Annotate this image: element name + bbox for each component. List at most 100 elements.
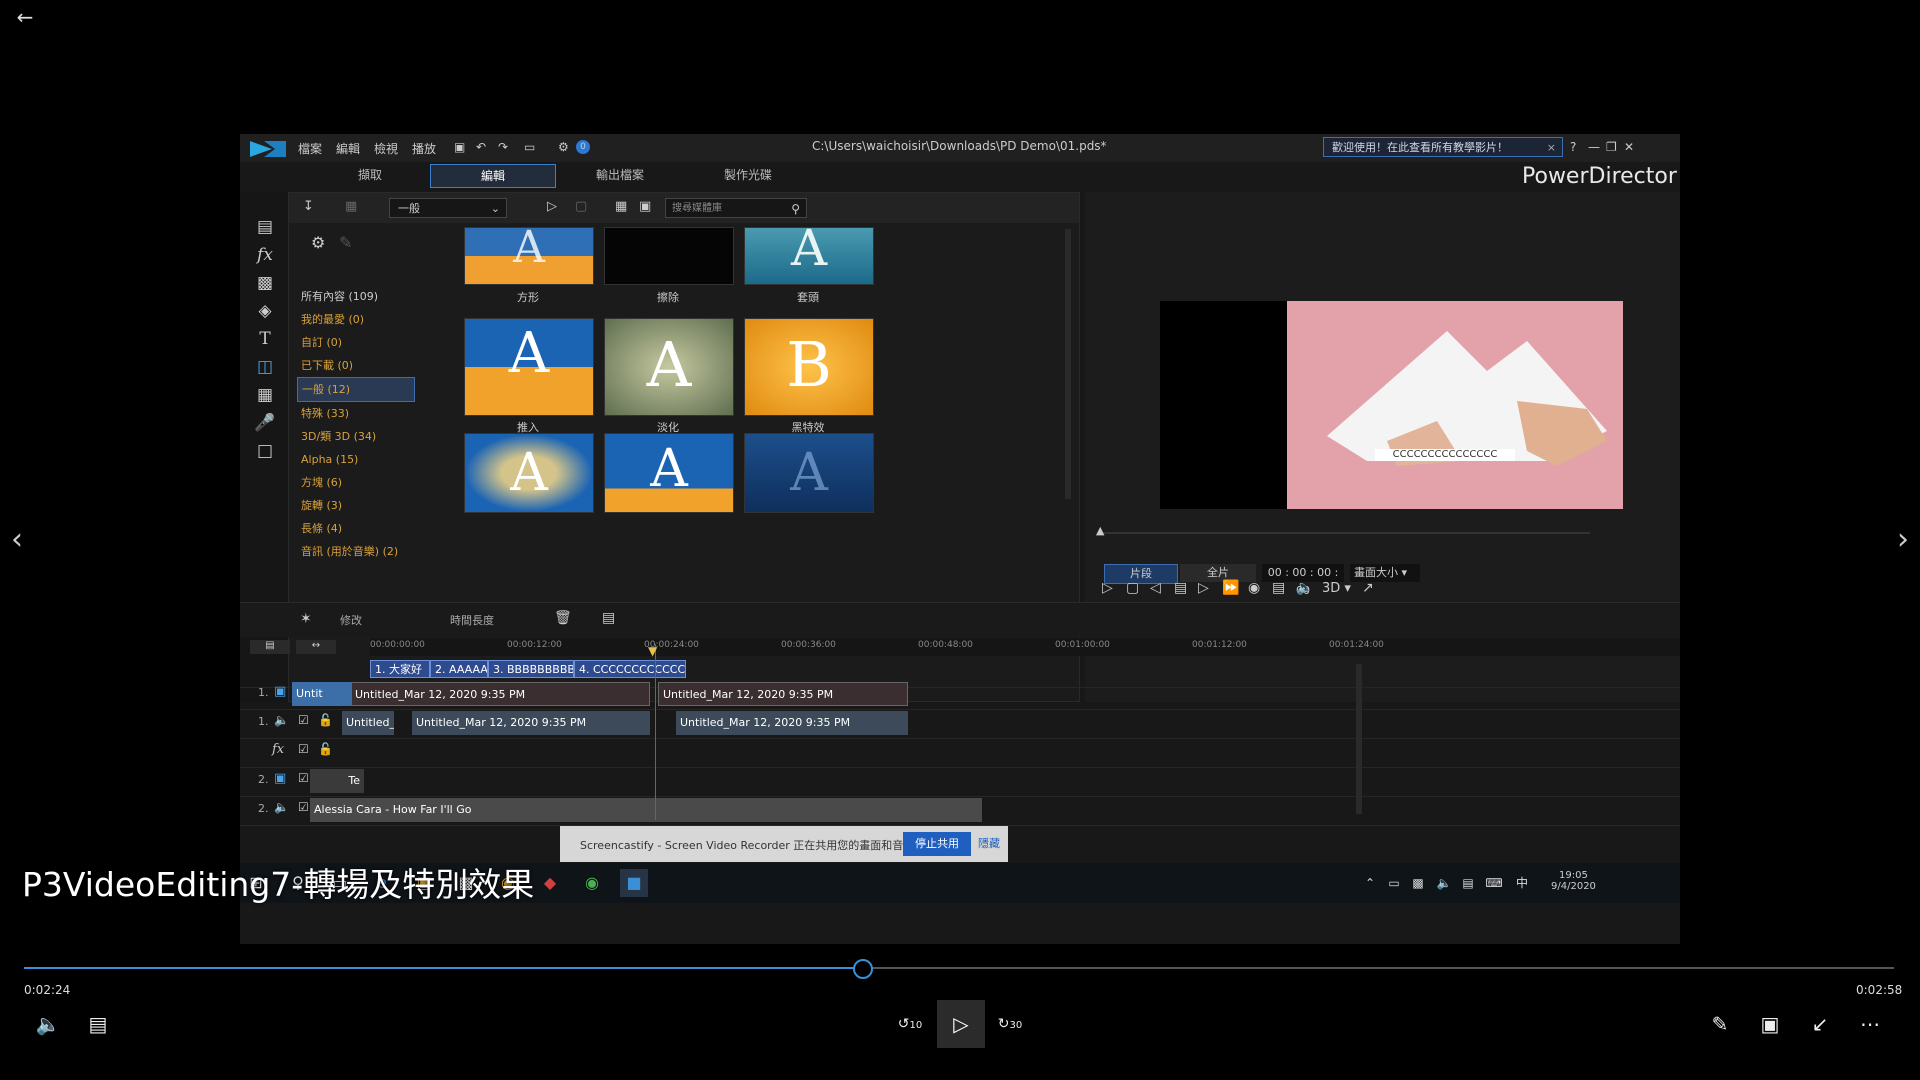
subtitles-icon[interactable]: ▤: [80, 1006, 116, 1042]
keyboard-icon[interactable]: ⌨: [1480, 869, 1508, 897]
settings-gear-icon[interactable]: ⚙: [558, 140, 569, 154]
lock-icon[interactable]: 🔓: [318, 713, 333, 727]
lock-icon[interactable]: 🔓: [318, 742, 333, 756]
volume-icon[interactable]: 🔈: [30, 1006, 66, 1042]
enlarge-icon[interactable]: ▣: [639, 199, 651, 214]
close-icon[interactable]: ✕: [1624, 140, 1634, 154]
particle-room-icon[interactable]: ◈: [254, 300, 276, 322]
more-features-icon[interactable]: ▤: [602, 610, 615, 626]
restore-icon[interactable]: ❐: [1606, 140, 1617, 154]
redo-icon[interactable]: ↷: [498, 140, 508, 154]
category-item[interactable]: 3D/類 3D (34): [297, 425, 415, 448]
next-frame-icon[interactable]: ▷: [1198, 580, 1209, 596]
save-icon[interactable]: ▣: [454, 140, 465, 154]
video-clip[interactable]: Untitled_Mar 12, 2020 9:35 PM: [658, 682, 908, 706]
category-dropdown[interactable]: 一般 ⌄: [389, 198, 507, 218]
library-search-input[interactable]: 搜尋媒體庫 ⚲: [665, 198, 807, 218]
chapter-marker[interactable]: 2. AAAAAA: [430, 660, 488, 678]
clip-mode-button[interactable]: 片段: [1104, 564, 1178, 584]
category-item-selected[interactable]: 一般 (12): [297, 377, 415, 402]
powerdirector-taskbar-icon[interactable]: ■: [620, 869, 648, 897]
track-enable-checkbox[interactable]: ☑: [298, 713, 309, 727]
category-item[interactable]: 已下載 (0): [297, 354, 415, 377]
tutorial-notice[interactable]: 歡迎使用！在此查看所有教學影片！ ×: [1323, 137, 1563, 157]
category-item[interactable]: 旋轉 (3): [297, 494, 415, 517]
transition-thumbnail[interactable]: A: [604, 318, 734, 416]
media-room-icon[interactable]: ▤: [254, 216, 276, 238]
transition-thumbnail[interactable]: [604, 227, 734, 285]
category-item[interactable]: 方塊 (6): [297, 471, 415, 494]
trash-icon[interactable]: 🗑: [554, 610, 572, 626]
back-arrow-icon[interactable]: ←: [12, 4, 38, 30]
video-clip[interactable]: Untit: [292, 682, 352, 706]
network-icon[interactable]: ▩: [1404, 869, 1432, 897]
duration-button[interactable]: 時間長度: [450, 612, 494, 628]
tab-edit[interactable]: 編輯: [430, 164, 556, 188]
previous-frame-icon[interactable]: ◁: [1150, 580, 1161, 596]
undock-preview-icon[interactable]: ↗: [1362, 580, 1374, 596]
category-item[interactable]: 自訂 (0): [297, 331, 415, 354]
3d-toggle[interactable]: 3D ▾: [1322, 581, 1351, 596]
category-item[interactable]: 特殊 (33): [297, 402, 415, 425]
track-manager-icon[interactable]: ▤: [250, 640, 290, 654]
stop-icon[interactable]: ▢: [1126, 580, 1139, 596]
audio-mixing-room-icon[interactable]: ▦: [254, 384, 276, 406]
play-button[interactable]: ▷: [937, 1000, 985, 1048]
stop-sharing-button[interactable]: 停止共用: [903, 832, 971, 856]
transition-settings-icon[interactable]: ⚙: [311, 233, 325, 252]
hide-link[interactable]: 隱藏: [978, 832, 1002, 856]
transition-thumbnail[interactable]: A: [464, 318, 594, 416]
modify-button[interactable]: 修改: [340, 612, 362, 628]
display-size-dropdown[interactable]: 畫面大小 ▾: [1350, 564, 1420, 582]
timeline-scrollbar[interactable]: [1356, 664, 1362, 814]
transition-thumbnail[interactable]: A: [464, 227, 594, 285]
skip-back-button[interactable]: ↺10: [892, 1006, 928, 1042]
playhead-marker-icon[interactable]: ▼: [648, 644, 657, 658]
volume-icon[interactable]: 🔈: [1296, 580, 1313, 596]
timeline-ruler[interactable]: 00:00:00:00 00:00:12:00 00:00:24:00 00:0…: [370, 638, 1680, 656]
minimize-icon[interactable]: —: [1588, 140, 1600, 154]
eraser-icon[interactable]: ✎: [339, 233, 352, 252]
voiceover-microphone-icon[interactable]: 🎤: [254, 412, 276, 434]
chapter-marker[interactable]: 3. BBBBBBBBBBBB: [488, 660, 574, 678]
category-item[interactable]: 音訊 (用於音樂) (2): [297, 540, 415, 563]
tools-icon[interactable]: ✶: [300, 611, 312, 627]
fx-room-icon[interactable]: fx: [254, 244, 276, 266]
transition-thumbnail[interactable]: B: [744, 318, 874, 416]
help-icon[interactable]: ?: [1570, 140, 1576, 154]
menu-view[interactable]: 檢視: [374, 140, 398, 157]
snapshot-camera-icon[interactable]: ◉: [1248, 580, 1260, 596]
thumbnail-view-icon[interactable]: ▦: [615, 199, 627, 214]
chapter-marker[interactable]: 4. CCCCCCCCCCCCCCC: [574, 660, 686, 678]
tab-create-disc[interactable]: 製作光碟: [686, 164, 810, 186]
input-method-icon[interactable]: ▤: [1454, 869, 1482, 897]
audio-clip[interactable]: Untitled_Mar 12, 2020 9:35 PM: [412, 711, 650, 735]
favorite-icon[interactable]: ▢: [575, 199, 587, 214]
track-enable-checkbox[interactable]: ☑: [298, 800, 309, 814]
pip-room-icon[interactable]: ▩: [254, 272, 276, 294]
aspect-ratio-icon[interactable]: ▭: [524, 140, 535, 154]
ime-indicator[interactable]: 中: [1508, 869, 1536, 897]
skip-forward-button[interactable]: ↻30: [992, 1006, 1028, 1042]
timeline-playhead[interactable]: [655, 644, 656, 820]
title-room-icon[interactable]: T: [254, 328, 276, 350]
previous-arrow-icon[interactable]: ‹: [2, 520, 32, 560]
category-item[interactable]: 我的最愛 (0): [297, 308, 415, 331]
title-clip[interactable]: Te: [310, 769, 364, 793]
transition-thumbnail[interactable]: A: [744, 227, 874, 285]
track-enable-checkbox[interactable]: ☑: [298, 742, 309, 756]
play-icon[interactable]: ▷: [1102, 580, 1113, 596]
fast-forward-icon[interactable]: ⏩: [1222, 580, 1239, 596]
notice-close-icon[interactable]: ×: [1547, 138, 1556, 158]
category-item[interactable]: 長條 (4): [297, 517, 415, 540]
tab-capture[interactable]: 擷取: [308, 164, 432, 186]
transition-room-icon[interactable]: ◫: [254, 356, 276, 378]
menu-edit[interactable]: 編輯: [336, 140, 360, 157]
chrome-icon[interactable]: ◉: [578, 869, 606, 897]
split-icon[interactable]: ▤: [1174, 580, 1187, 596]
edit-pencil-icon[interactable]: ✎: [1702, 1006, 1738, 1042]
mini-view-icon[interactable]: ▣: [1752, 1006, 1788, 1042]
undo-icon[interactable]: ↶: [476, 140, 486, 154]
import-icon[interactable]: ↧: [303, 199, 314, 214]
audio-clip[interactable]: Untitled_: [342, 711, 394, 735]
